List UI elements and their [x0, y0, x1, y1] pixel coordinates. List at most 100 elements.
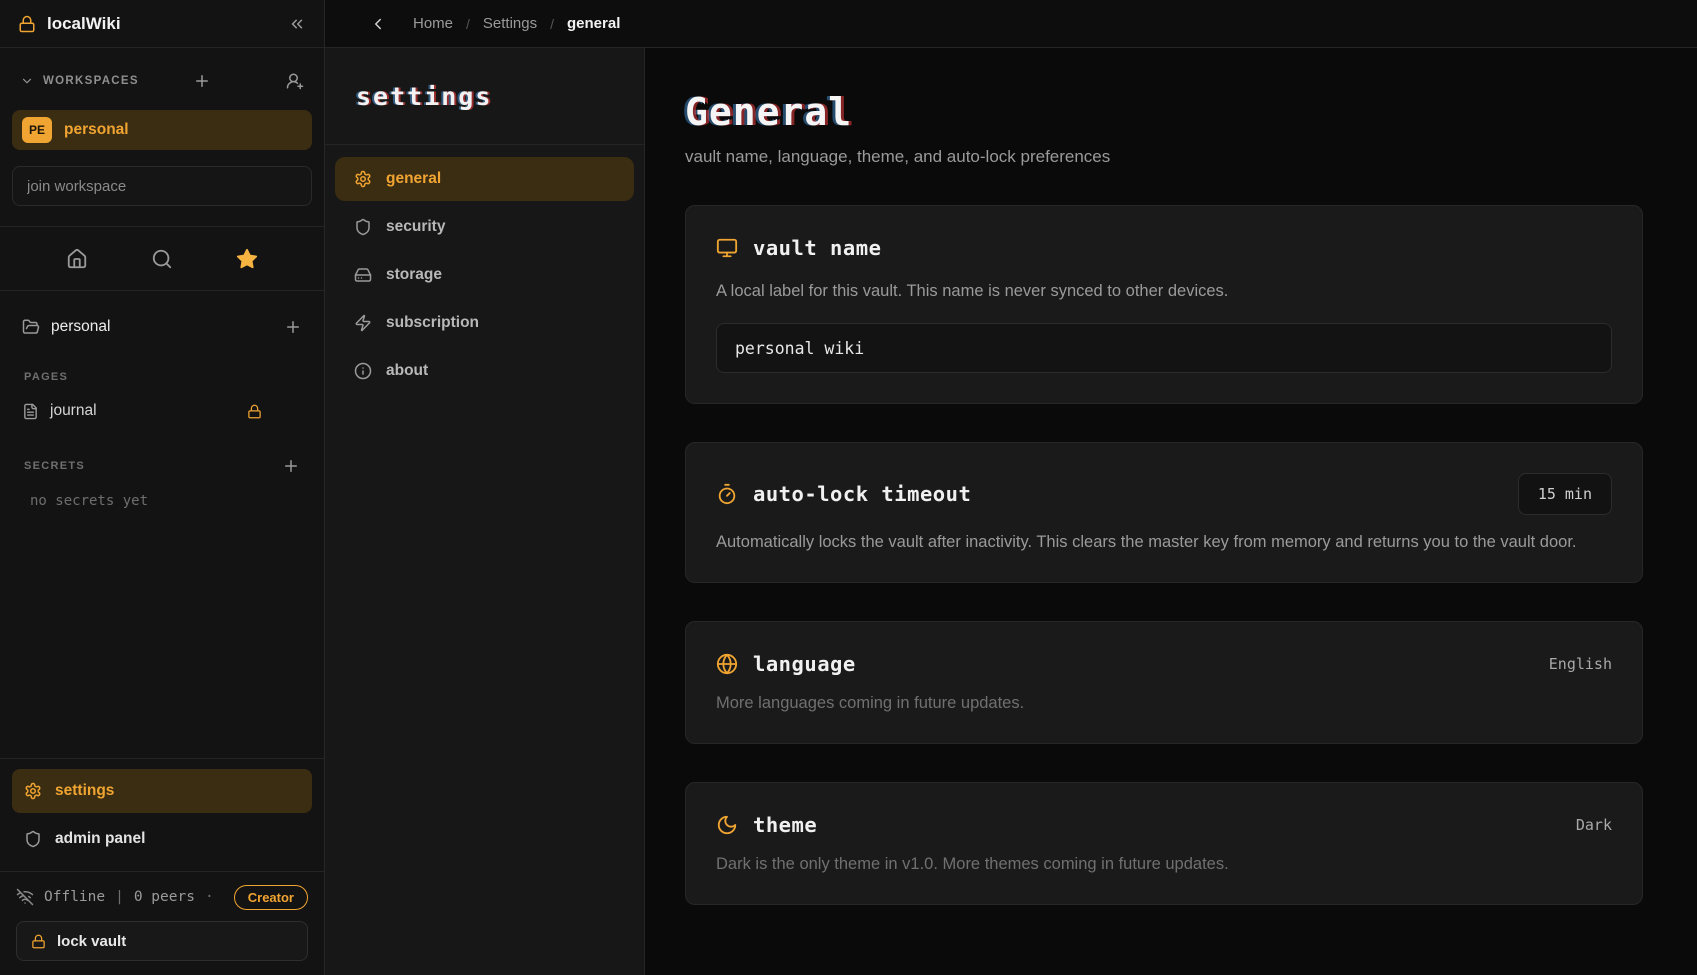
lock-vault-button[interactable]: lock vault	[16, 921, 308, 961]
settings-main: General vault name, language, theme, and…	[645, 48, 1697, 975]
secrets-empty-state: no secrets yet	[16, 493, 308, 509]
connection-status: Offline	[44, 889, 105, 905]
shield-icon	[354, 218, 372, 236]
lock-icon	[18, 15, 36, 33]
moon-icon	[716, 814, 738, 836]
quick-nav	[0, 227, 324, 291]
settings-nav-panel: settings general security	[325, 48, 645, 975]
settings-tab-label: about	[386, 362, 428, 380]
workspaces-collapse-button[interactable]	[20, 74, 34, 88]
settings-tab-storage[interactable]: storage	[335, 253, 634, 297]
language-value: English	[1549, 655, 1612, 673]
monitor-icon	[716, 237, 738, 259]
card-header: theme Dark	[716, 813, 1612, 837]
settings-tab-security[interactable]: security	[335, 205, 634, 249]
workspace-avatar: PE	[22, 117, 52, 143]
card-title: language	[753, 652, 856, 676]
tree-root-personal[interactable]: personal	[16, 313, 308, 341]
content-area: settings general security	[325, 48, 1697, 975]
user-plus-icon	[286, 72, 304, 90]
chevron-down-icon	[20, 74, 34, 88]
card-theme: theme Dark Dark is the only theme in v1.…	[685, 782, 1643, 905]
plus-icon	[284, 318, 302, 336]
secrets-section-label: SECRETS	[16, 460, 85, 472]
card-header: auto-lock timeout 15 min	[716, 473, 1612, 515]
topbar: Home / Settings / general	[325, 0, 1697, 48]
settings-tab-general[interactable]: general	[335, 157, 634, 201]
page-item-journal[interactable]: journal	[16, 395, 308, 427]
info-icon	[354, 362, 372, 380]
breadcrumb-separator: /	[466, 16, 470, 32]
sidebar-admin-label: admin panel	[55, 830, 145, 848]
breadcrumb-home[interactable]: Home	[413, 15, 453, 32]
search-icon	[151, 248, 173, 270]
plus-icon	[282, 457, 300, 475]
settings-nav-header: settings	[325, 48, 644, 145]
gear-icon	[354, 170, 372, 188]
page-name: journal	[50, 402, 97, 420]
secrets-header: SECRETS	[16, 457, 308, 475]
peer-count: 0 peers	[134, 889, 195, 905]
settings-tab-label: general	[386, 170, 441, 188]
breadcrumb: Home / Settings / general	[413, 15, 620, 32]
sidebar: localWiki WORKSPACES	[0, 0, 325, 975]
workspaces-header: WORKSPACES	[12, 68, 312, 94]
favorites-button[interactable]	[236, 248, 258, 270]
settings-nav-list: general security storage	[325, 145, 644, 405]
add-workspace-button[interactable]	[193, 72, 211, 90]
connection-status-row: Offline | 0 peers · Creator	[16, 886, 308, 908]
settings-nav-title: settings	[356, 82, 492, 111]
tree-root-name: personal	[51, 318, 110, 336]
home-icon	[66, 248, 88, 270]
card-description: Automatically locks the vault after inac…	[716, 533, 1612, 552]
card-description: A local label for this vault. This name …	[716, 282, 1612, 301]
add-secret-button[interactable]	[282, 457, 300, 475]
status-separator: |	[115, 889, 124, 905]
lock-vault-label: lock vault	[57, 933, 126, 950]
join-workspace-input[interactable]	[12, 166, 312, 206]
card-header: vault name	[716, 236, 1612, 260]
timer-icon	[716, 483, 738, 505]
globe-icon	[716, 653, 738, 675]
sidebar-settings-label: settings	[55, 782, 114, 800]
breadcrumb-separator: /	[550, 16, 554, 32]
workspace-item-personal[interactable]: PE personal	[12, 110, 312, 150]
app-window: localWiki WORKSPACES	[0, 0, 1697, 975]
card-vault-name: vault name A local label for this vault.…	[685, 205, 1643, 404]
settings-tab-subscription[interactable]: subscription	[335, 301, 634, 345]
card-title: auto-lock timeout	[753, 482, 971, 506]
breadcrumb-settings[interactable]: Settings	[483, 15, 537, 32]
home-button[interactable]	[66, 248, 88, 270]
settings-cards: vault name A local label for this vault.…	[685, 205, 1643, 905]
chevron-left-icon	[369, 15, 387, 33]
add-page-button[interactable]	[284, 318, 302, 336]
role-badge[interactable]: Creator	[234, 885, 308, 910]
search-button[interactable]	[151, 248, 173, 270]
sidebar-item-settings[interactable]: settings	[12, 769, 312, 813]
sidebar-footer-nav: settings admin panel	[0, 758, 324, 871]
back-button[interactable]	[369, 15, 387, 33]
lock-icon	[247, 404, 262, 419]
card-language: language English More languages coming i…	[685, 621, 1643, 744]
settings-tab-label: storage	[386, 266, 442, 284]
wifi-off-icon	[16, 888, 34, 906]
card-description: Dark is the only theme in v1.0. More the…	[716, 855, 1612, 874]
theme-value: Dark	[1576, 816, 1612, 834]
invite-member-button[interactable]	[286, 72, 304, 90]
status-dot: ·	[205, 889, 214, 905]
workspace-name: personal	[64, 121, 129, 139]
gear-icon	[24, 782, 42, 800]
settings-tab-about[interactable]: about	[335, 349, 634, 393]
pages-section-label: PAGES	[16, 371, 308, 383]
lock-icon	[31, 934, 46, 949]
sidebar-header: localWiki	[0, 0, 324, 48]
vault-name-input[interactable]	[716, 323, 1612, 373]
sidebar-item-admin-panel[interactable]: admin panel	[12, 817, 312, 861]
workspaces-label: WORKSPACES	[43, 75, 139, 87]
folder-open-icon	[22, 318, 40, 336]
page-title: General	[685, 90, 1643, 134]
auto-lock-timeout-select[interactable]: 15 min	[1518, 473, 1612, 515]
sidebar-collapse-button[interactable]	[288, 15, 306, 33]
zap-icon	[354, 314, 372, 332]
workspace-tree: personal PAGES journal	[0, 291, 324, 758]
